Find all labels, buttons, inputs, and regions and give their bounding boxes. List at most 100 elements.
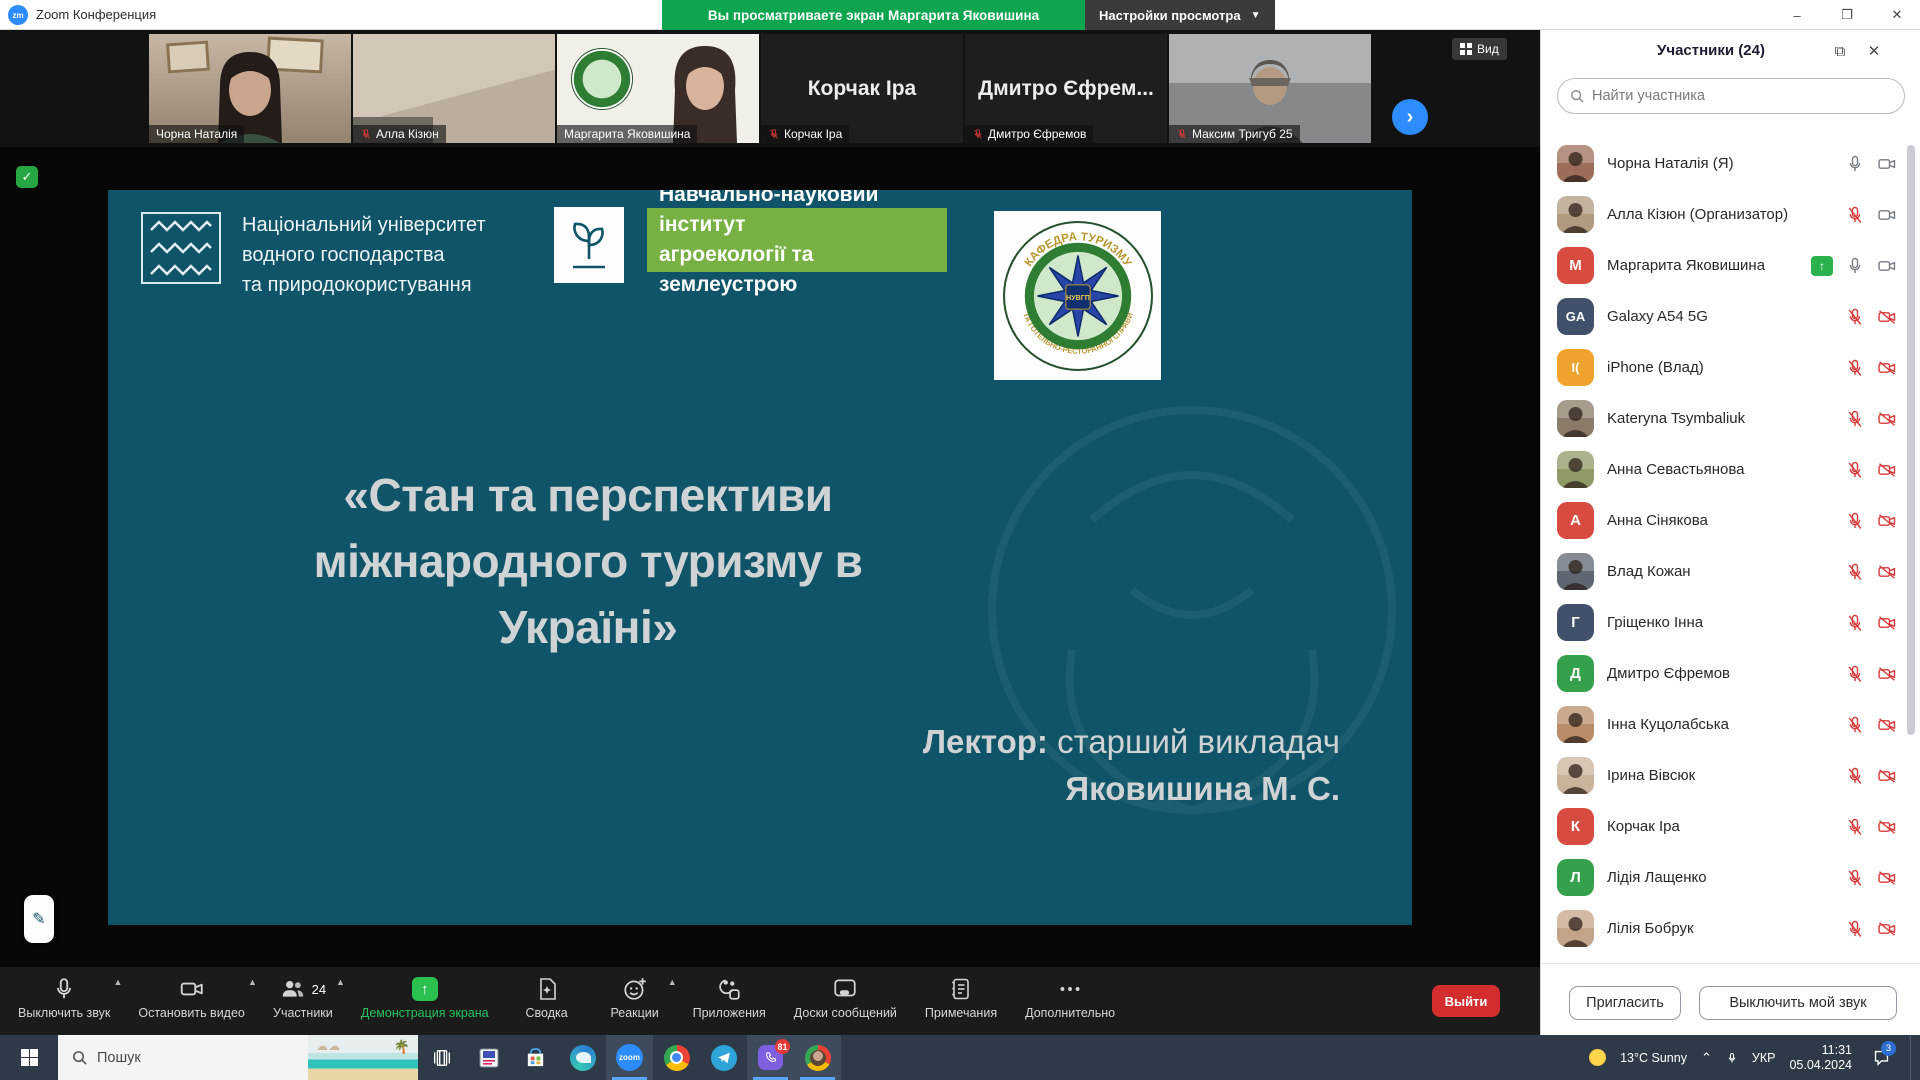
thumbnail-name-label: Корчак Іра (761, 125, 849, 143)
video-thumbnail[interactable]: Дмитро Єфрем...Дмитро Єфремов (965, 34, 1167, 143)
taskbar-icon-viber[interactable]: 81 (747, 1035, 794, 1080)
participant-row[interactable]: Г Гріщенко Інна (1541, 597, 1920, 648)
toolbar-label: Дополнительно (1025, 1006, 1115, 1020)
participants-panel: Участники (24) ⧉ ✕ Чорна Наталія (Я)Алла… (1540, 30, 1920, 1035)
university-logo (141, 212, 221, 284)
taskbar-icon-edge[interactable] (559, 1035, 606, 1080)
participant-row[interactable]: ККорчак Іра (1541, 801, 1920, 852)
chevron-up-icon[interactable]: ▲ (113, 977, 122, 987)
camera-off-icon (1877, 307, 1897, 327)
taskbar-icon-store[interactable] (512, 1035, 559, 1080)
close-panel-icon[interactable]: ✕ (1863, 40, 1885, 62)
participant-row[interactable]: Інна Куцолабська (1541, 699, 1920, 750)
participant-name: Гріщенко Інна (1607, 614, 1703, 631)
invite-button[interactable]: Пригласить (1569, 986, 1681, 1020)
mic-muted-icon (1845, 205, 1865, 225)
cloud-decoration: ☁☁ (316, 1039, 340, 1053)
video-thumbnail[interactable]: Максим Тригуб 25 (1169, 34, 1371, 143)
more-icon (1057, 976, 1083, 1002)
toolbar-reactions-button[interactable]: ▲Реакции (591, 967, 679, 1035)
minimize-button[interactable]: – (1774, 0, 1820, 30)
video-thumbnail[interactable]: Корчак ІраКорчак Іра (761, 34, 963, 143)
tray-chevron-icon[interactable]: ⌃ (1701, 1050, 1712, 1066)
toolbar-whiteboard-button[interactable]: Доски сообщений (780, 967, 911, 1035)
participant-row[interactable]: Kateryna Tsymbaliuk (1541, 393, 1920, 444)
avatar (1557, 196, 1594, 233)
taskbar-icon-zoom[interactable]: zoom (606, 1035, 653, 1080)
camera-off-icon (1877, 664, 1897, 684)
next-page-button[interactable]: › (1392, 99, 1428, 135)
taskbar-icon-notes-app[interactable] (465, 1035, 512, 1080)
security-shield-icon[interactable]: ✓ (16, 166, 38, 188)
participant-name: Алла Кізюн (Организатор) (1607, 206, 1788, 223)
annotation-pencil-button[interactable]: ✎ (24, 895, 54, 943)
view-settings-dropdown[interactable]: Настройки просмотра ▼ (1085, 0, 1275, 30)
action-center-icon[interactable]: 3 (1866, 1035, 1896, 1080)
participant-name: Маргарита Яковишина (1607, 257, 1765, 274)
toolbar-more-button[interactable]: Дополнительно (1011, 967, 1129, 1035)
participant-row[interactable]: Алла Кізюн (Организатор) (1541, 189, 1920, 240)
video-thumbnail[interactable]: Маргарита Яковишина (557, 34, 759, 143)
participant-row[interactable]: ДДмитро Єфремов (1541, 648, 1920, 699)
viewing-screen-banner: Вы просматриваете экран Маргарита Яковиш… (662, 0, 1085, 30)
participant-row[interactable]: Влад Кожан (1541, 546, 1920, 597)
toolbar-mic-button[interactable]: ▲Выключить звук (4, 967, 124, 1035)
svg-text:НУВГП: НУВГП (1066, 294, 1090, 302)
view-button[interactable]: Вид (1452, 38, 1507, 60)
toolbar-label: Примечания (925, 1006, 997, 1020)
participant-row[interactable]: ААнна Сінякова (1541, 495, 1920, 546)
participant-row[interactable]: GAGalaxy A54 5G (1541, 291, 1920, 342)
chevron-up-icon[interactable]: ▲ (336, 977, 345, 987)
mute-my-audio-button[interactable]: Выключить мой звук (1699, 986, 1897, 1020)
taskbar-icon-task-view[interactable] (418, 1035, 465, 1080)
popout-icon[interactable]: ⧉ (1829, 40, 1851, 62)
taskbar-search-box[interactable]: Пошук 🌴 ☁☁ (58, 1035, 418, 1080)
camera-on-icon (1877, 256, 1897, 276)
weather-sun-icon[interactable] (1589, 1049, 1606, 1066)
leave-button[interactable]: Выйти (1432, 985, 1500, 1017)
window-title: Zoom Конференция (36, 7, 156, 22)
grid-icon (1460, 43, 1472, 55)
toolbar-people-button[interactable]: 24▲Участники (259, 967, 347, 1035)
search-input[interactable] (1592, 88, 1872, 104)
close-button[interactable]: ✕ (1874, 0, 1920, 30)
start-button[interactable] (0, 1035, 58, 1080)
chevron-up-icon[interactable]: ▲ (248, 977, 257, 987)
participant-search[interactable] (1557, 78, 1905, 114)
participant-row[interactable]: Анна Севастьянова (1541, 444, 1920, 495)
participant-row[interactable]: ММаргарита Яковишина↑ (1541, 240, 1920, 291)
maximize-button[interactable]: ❐ (1824, 0, 1870, 30)
taskbar-icon-chrome-profile[interactable] (794, 1035, 841, 1080)
shared-screen-area: ✓ Національний університет водного госпо… (0, 147, 1540, 967)
toolbar-label: Участники (273, 1006, 333, 1020)
participant-row[interactable]: Ірина Вівсюк (1541, 750, 1920, 801)
clock[interactable]: 11:31 05.04.2024 (1789, 1043, 1852, 1073)
avatar: Г (1557, 604, 1594, 641)
participant-row[interactable]: Чорна Наталія (Я) (1541, 138, 1920, 189)
taskbar-icon-chrome[interactable] (653, 1035, 700, 1080)
participant-row[interactable]: ЛЛідія Лащенко (1541, 852, 1920, 903)
video-thumbnail[interactable]: Чорна Наталія (149, 34, 351, 143)
avatar: GA (1557, 298, 1594, 335)
toolbar-summary-button[interactable]: Сводка (503, 967, 591, 1035)
toolbar-camera-button[interactable]: ▲Остановить видео (124, 967, 259, 1035)
avatar (1557, 757, 1594, 794)
toolbar-share-button[interactable]: ↑Демонстрация экрана (347, 967, 503, 1035)
tray-mic-icon[interactable] (1726, 1050, 1738, 1066)
taskbar-icon-telegram[interactable] (700, 1035, 747, 1080)
camera-off-icon (1877, 868, 1897, 888)
view-button-label: Вид (1477, 42, 1499, 56)
notes-icon (949, 976, 973, 1002)
participant-row[interactable]: І(iPhone (Влад) (1541, 342, 1920, 393)
toolbar-apps-button[interactable]: Приложения (679, 967, 780, 1035)
chevron-up-icon[interactable]: ▲ (668, 977, 677, 987)
toolbar-notes-button[interactable]: Примечания (911, 967, 1011, 1035)
panel-scrollbar[interactable] (1907, 145, 1915, 735)
weather-text[interactable]: 13°C Sunny (1620, 1051, 1687, 1065)
video-thumbnail[interactable]: Алла Кізюн (353, 34, 555, 143)
participant-row[interactable]: Лілія Бобрук (1541, 903, 1920, 954)
mic-muted-icon (1845, 307, 1865, 327)
show-desktop-strip[interactable] (1910, 1035, 1916, 1080)
language-indicator[interactable]: УКР (1752, 1051, 1776, 1065)
people-icon (280, 976, 306, 1002)
